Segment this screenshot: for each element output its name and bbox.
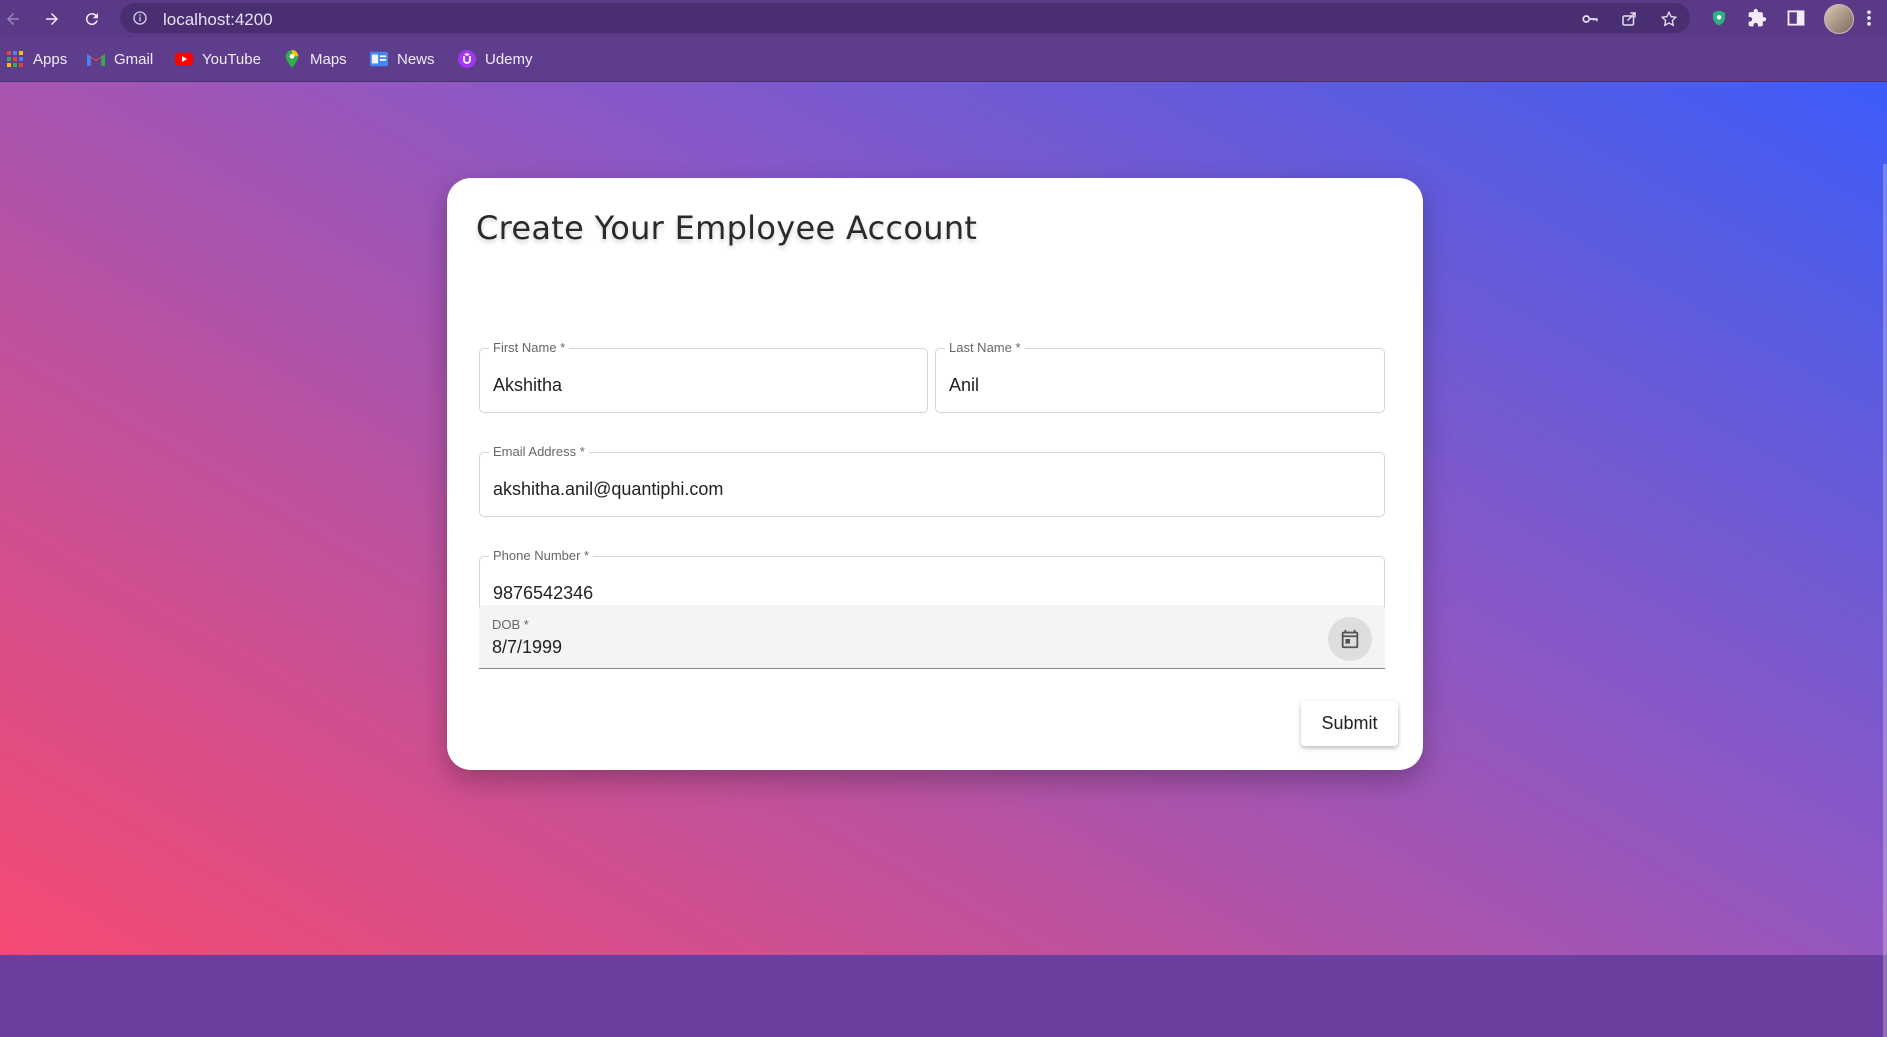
form-title: Create Your Employee Account (476, 209, 978, 247)
maps-icon (283, 50, 301, 68)
bookmark-label: Udemy (485, 50, 533, 68)
dob-value[interactable]: 8/7/1999 (492, 637, 562, 658)
reload-icon[interactable] (79, 6, 105, 32)
phone-number-value[interactable]: 9876542346 (493, 583, 593, 604)
last-name-field[interactable]: Last Name * Anil (935, 340, 1385, 413)
bookmark-apps[interactable]: Apps (6, 48, 67, 70)
browser-toolbar: localhost:4200 (0, 0, 1887, 37)
bookmark-youtube[interactable]: YouTube (175, 48, 261, 70)
bookmark-maps[interactable]: Maps (283, 48, 347, 70)
first-name-label: First Name * (489, 340, 570, 355)
side-panel-icon[interactable] (1784, 6, 1808, 30)
submit-button[interactable]: Submit (1301, 701, 1398, 746)
page-background: Create Your Employee Account First Name … (0, 82, 1887, 1037)
udemy-icon (458, 50, 476, 68)
youtube-icon (175, 50, 193, 68)
bookmark-gmail[interactable]: Gmail (87, 48, 153, 70)
calendar-icon[interactable] (1328, 617, 1372, 661)
apps-grid-icon (6, 50, 24, 68)
key-icon[interactable] (1580, 9, 1600, 29)
bookmark-label: Gmail (114, 50, 154, 68)
site-info-icon[interactable] (132, 10, 148, 31)
extensions-puzzle-icon[interactable] (1745, 6, 1769, 30)
menu-kebab-icon[interactable] (1862, 6, 1876, 30)
last-name-label: Last Name * (945, 340, 1025, 355)
email-value[interactable]: akshitha.anil@quantiphi.com (493, 479, 723, 500)
bookmark-udemy[interactable]: Udemy (458, 48, 533, 70)
share-icon[interactable] (1619, 9, 1639, 29)
profile-avatar[interactable] (1824, 4, 1854, 34)
back-icon[interactable] (0, 6, 26, 32)
first-name-field[interactable]: First Name * Akshitha (479, 340, 928, 413)
gmail-icon (87, 50, 105, 68)
last-name-value[interactable]: Anil (949, 375, 979, 396)
url-text: localhost:4200 (163, 10, 273, 29)
dob-field[interactable]: DOB * 8/7/1999 (479, 605, 1385, 669)
scrollbar[interactable] (1883, 164, 1887, 1037)
phone-number-label: Phone Number * (489, 548, 594, 563)
extension-shield-icon[interactable] (1707, 6, 1731, 30)
news-icon (370, 50, 388, 68)
employee-form-card: Create Your Employee Account First Name … (447, 178, 1423, 770)
bookmark-news[interactable]: News (370, 48, 435, 70)
bookmark-label: YouTube (202, 50, 261, 68)
forward-icon[interactable] (39, 6, 65, 32)
bookmark-label: Apps (33, 50, 68, 68)
bookmark-label: Maps (310, 50, 347, 68)
first-name-value[interactable]: Akshitha (493, 375, 562, 396)
email-label: Email Address * (489, 444, 589, 459)
bookmarks-bar: Apps Gmail YouTube Maps News Udemy (0, 37, 1887, 82)
bookmark-label: News (397, 50, 435, 68)
bookmark-star-icon[interactable] (1659, 9, 1679, 29)
address-bar[interactable]: localhost:4200 (120, 3, 1690, 33)
email-field[interactable]: Email Address * akshitha.anil@quantiphi.… (479, 444, 1385, 517)
dob-label: DOB * (492, 617, 529, 632)
